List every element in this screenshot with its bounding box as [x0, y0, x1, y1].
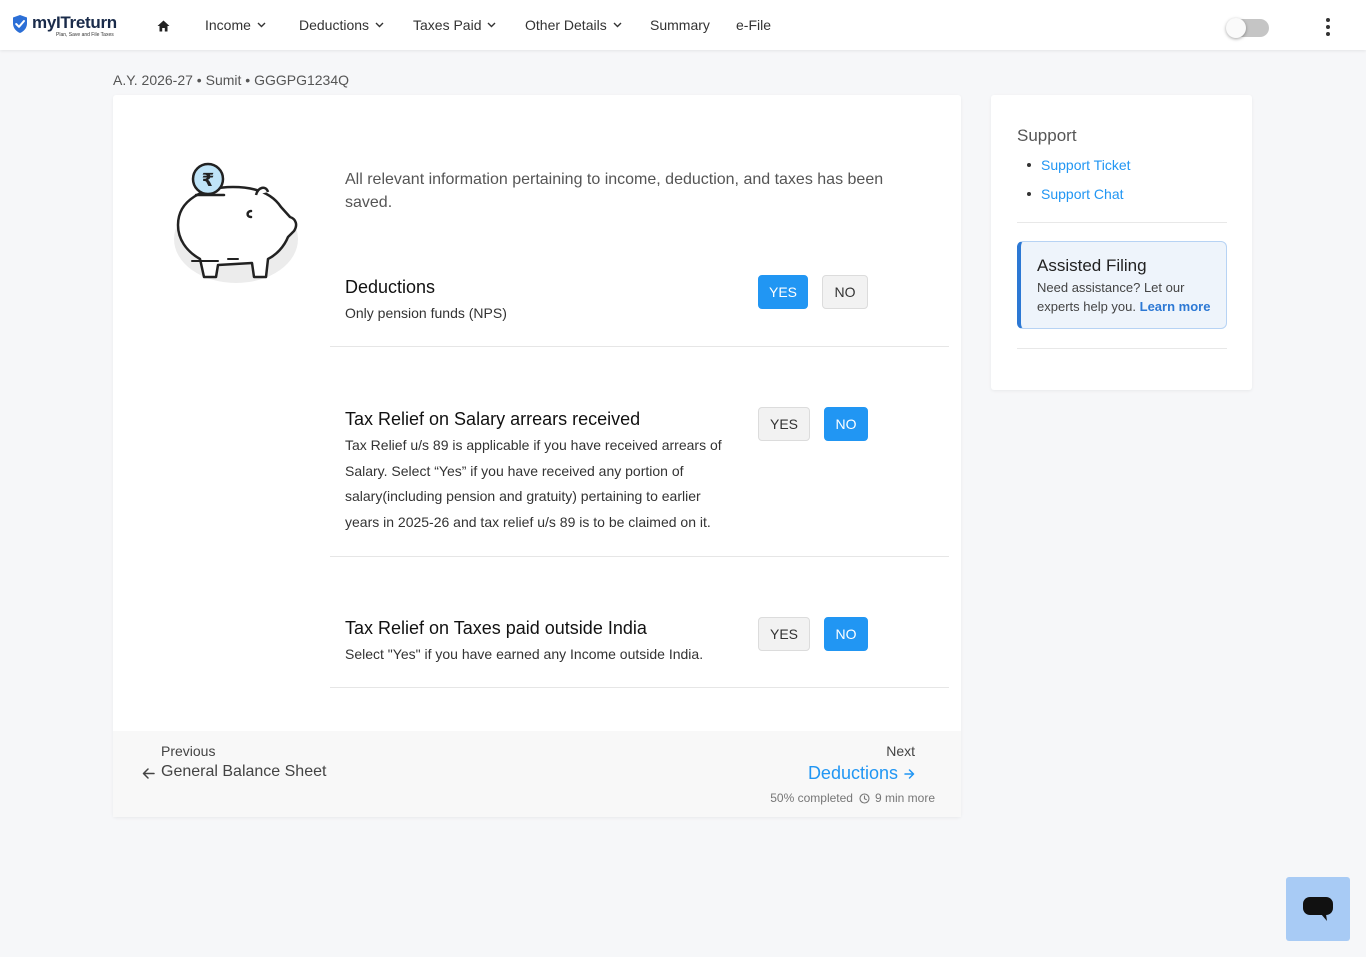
previous-page-link[interactable]: General Balance Sheet: [161, 763, 326, 781]
chevron-down-icon: [375, 22, 384, 28]
chat-bubble-icon: [1303, 897, 1333, 921]
section-description: Select "Yes" if you have earned any Inco…: [345, 646, 704, 662]
nav-summary-label: Summary: [650, 17, 710, 33]
divider: [1017, 348, 1227, 349]
clock-icon: [859, 792, 870, 804]
nav-taxes-paid-label: Taxes Paid: [413, 17, 482, 33]
nav-deductions[interactable]: Deductions: [299, 17, 413, 33]
support-sidebar: Support Support Ticket Support Chat Assi…: [991, 95, 1252, 390]
main-nav: Income Deductions Taxes Paid Other Detai…: [205, 0, 771, 50]
top-navbar: myITreturn Plan, Save and File Taxes Inc…: [0, 0, 1366, 50]
section-title: Deductions: [345, 277, 436, 297]
nav-taxes-paid[interactable]: Taxes Paid: [413, 17, 525, 33]
piggy-bank-icon: ₹: [174, 162, 298, 283]
arrow-left-icon[interactable]: [142, 768, 155, 779]
home-icon[interactable]: [157, 20, 170, 32]
nav-other-details[interactable]: Other Details: [525, 17, 650, 33]
nav-other-details-label: Other Details: [525, 17, 607, 33]
salary-arrears-section: Tax Relief on Salary arrears received Ta…: [330, 347, 949, 557]
foreign-tax-yes-button[interactable]: YES: [758, 617, 810, 651]
svg-text:₹: ₹: [202, 170, 215, 191]
time-remaining: 9 min more: [874, 791, 935, 805]
deductions-no-button[interactable]: NO: [822, 275, 868, 309]
assisted-filing-text: Need assistance? Let our experts help yo…: [1037, 278, 1225, 316]
toggle-knob: [1226, 18, 1246, 38]
nav-summary[interactable]: Summary: [650, 17, 736, 33]
section-title: Tax Relief on Salary arrears received: [345, 409, 641, 429]
section-description: Only pension funds (NPS): [345, 305, 507, 321]
summary-card: ₹ All relevant information pertaining to…: [113, 95, 961, 817]
section-description: Tax Relief u/s 89 is applicable if you h…: [345, 437, 722, 530]
deductions-yes-button[interactable]: YES: [758, 275, 808, 309]
brand-logo[interactable]: myITreturn Plan, Save and File Taxes: [11, 14, 117, 38]
nav-deductions-label: Deductions: [299, 17, 370, 33]
page-navigation: Previous General Balance Sheet Next Dedu…: [113, 731, 961, 817]
arrow-right-icon: [904, 768, 915, 779]
assisted-filing-card: Assisted Filing Need assistance? Let our…: [1017, 241, 1227, 329]
chevron-down-icon: [613, 22, 622, 28]
learn-more-link[interactable]: Learn more: [1140, 299, 1211, 314]
shield-check-icon: [13, 15, 27, 33]
nav-income-label: Income: [205, 17, 251, 33]
brand-name: myITreturn: [32, 13, 117, 32]
next-page-label: Deductions: [807, 763, 898, 783]
progress-text: 50% completed: [770, 791, 853, 805]
progress-info: 50% completed 9 min more: [770, 791, 935, 805]
assisted-filing-title: Assisted Filing: [1037, 256, 1147, 275]
foreign-tax-no-button[interactable]: NO: [824, 617, 868, 651]
section-title: Tax Relief on Taxes paid outside India: [345, 618, 647, 638]
support-ticket-link[interactable]: Support Ticket: [1027, 155, 1131, 184]
next-label: Next: [886, 743, 915, 759]
deductions-section: Deductions Only pension funds (NPS) YES …: [330, 265, 949, 347]
saved-message: All relevant information pertaining to i…: [345, 171, 884, 211]
support-chat-link[interactable]: Support Chat: [1027, 184, 1131, 213]
foreign-tax-section: Tax Relief on Taxes paid outside India S…: [330, 557, 949, 688]
salary-arrears-yes-button[interactable]: YES: [758, 407, 810, 441]
nav-efile[interactable]: e-File: [736, 17, 771, 33]
next-page-link[interactable]: Deductions: [808, 763, 915, 784]
divider: [1017, 222, 1227, 223]
nav-efile-label: e-File: [736, 17, 772, 33]
chevron-down-icon: [487, 22, 496, 28]
chevron-down-icon: [257, 22, 266, 28]
previous-label: Previous: [161, 743, 216, 759]
salary-arrears-no-button[interactable]: NO: [824, 407, 868, 441]
more-vertical-icon[interactable]: [1320, 18, 1336, 36]
breadcrumb: A.Y. 2026-27 • Sumit • GGGPG1234Q: [113, 72, 349, 88]
support-links: Support Ticket Support Chat: [1027, 155, 1131, 213]
theme-toggle[interactable]: [1226, 18, 1269, 38]
support-title: Support: [1017, 126, 1077, 145]
brand-tagline: Plan, Save and File Taxes: [56, 32, 114, 38]
chat-widget-button[interactable]: [1286, 877, 1350, 941]
nav-income[interactable]: Income: [205, 17, 299, 33]
